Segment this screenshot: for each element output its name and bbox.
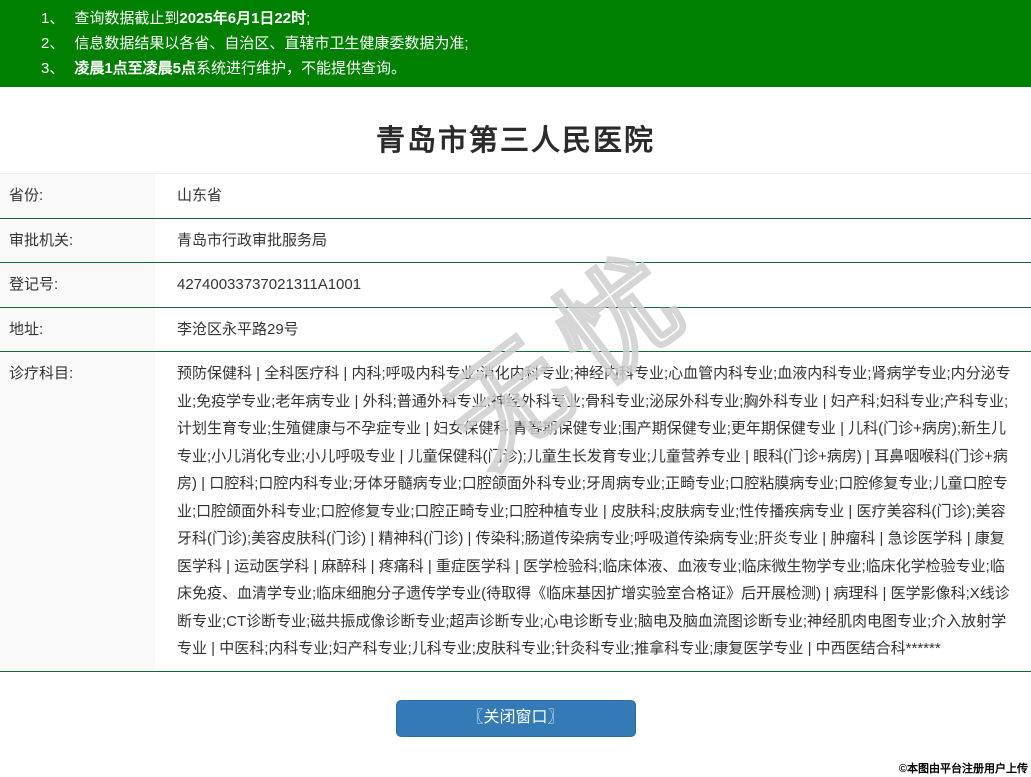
row-value: 青岛市行政审批服务局: [177, 231, 328, 249]
notice-text-bold: 2025年6月1日22时: [179, 10, 307, 27]
uploader-note: ©本图由平台注册用户上传: [898, 763, 1028, 775]
close-window-button[interactable]: 〖关闭窗口〗: [395, 699, 636, 737]
row-label: 省份:: [0, 174, 155, 218]
notice-number: 2、: [41, 35, 65, 52]
table-row-approval-authority: 审批机关: 青岛市行政审批服务局: [0, 218, 1031, 263]
table-row-medical-subjects: 诊疗科目: 预防保健科 | 全科医疗科 | 内科;呼吸内科专业;消化内科专业;神…: [0, 352, 1031, 672]
row-label: 审批机关:: [0, 218, 155, 262]
button-row: 〖关闭窗口〗: [0, 699, 1031, 737]
notice-bar: 1、 查询数据截止到2025年6月1日22时; 2、 信息数据结果以各省、自治区、直…: [0, 0, 1031, 87]
notice-line-2: 2、 信息数据结果以各省、自治区、直辖市卫生健康委数据为准;: [0, 31, 1031, 56]
notice-text: ;: [306, 10, 311, 27]
table-row-address: 地址: 李沧区永平路29号: [0, 307, 1031, 352]
row-label: 诊疗科目:: [0, 352, 155, 671]
row-value: 预防保健科 | 全科医疗科 | 内科;呼吸内科专业;消化内科专业;神经内科专业;…: [177, 365, 1011, 657]
row-value: 42740033737021311A1001: [177, 276, 362, 293]
notice-number: 1、: [41, 10, 65, 27]
notice-line-3: 3、 凌晨1点至凌晨5点系统进行维护，不能提供查询。: [0, 56, 1031, 81]
notice-text: 查询数据截止到: [74, 10, 180, 27]
notice-line-1: 1、 查询数据截止到2025年6月1日22时;: [0, 6, 1031, 31]
row-value: 李沧区永平路29号: [177, 320, 299, 338]
hospital-info-table: 省份: 山东省 审批机关: 青岛市行政审批服务局 登记号: 4274003373…: [0, 173, 1031, 672]
notice-text-bold: 凌晨1点至凌晨5点: [74, 60, 197, 77]
notice-text: 信息数据结果以各省、自治区、直辖市卫生健康委数据为准;: [74, 35, 469, 52]
row-label: 地址:: [0, 307, 155, 351]
page-title: 青岛市第三人民医院: [375, 125, 655, 157]
table-row-province: 省份: 山东省: [0, 174, 1031, 219]
row-value: 山东省: [177, 187, 223, 204]
notice-text: 系统进行维护，不能提供查询。: [196, 60, 407, 77]
table-row-registration-number: 登记号: 42740033737021311A1001: [0, 263, 1031, 308]
row-label: 登记号:: [0, 263, 155, 307]
notice-number: 3、: [41, 60, 65, 77]
